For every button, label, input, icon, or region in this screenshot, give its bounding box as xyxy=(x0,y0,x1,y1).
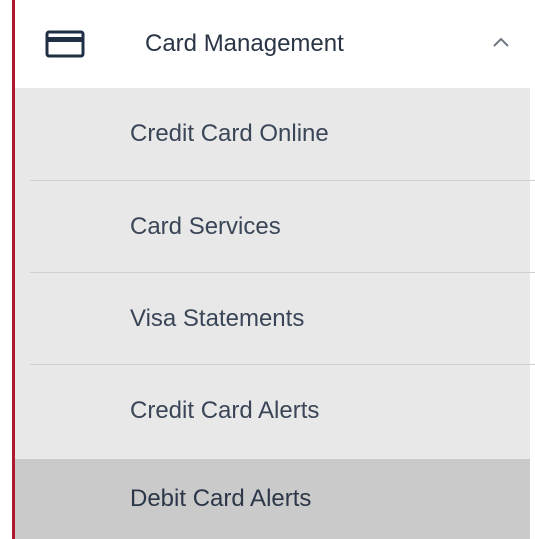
submenu-item-label: Debit Card Alerts xyxy=(130,485,312,512)
chevron-up-icon[interactable] xyxy=(491,35,511,49)
submenu-item-credit-card-alerts[interactable]: Credit Card Alerts xyxy=(15,365,530,457)
submenu-item-label: Credit Card Alerts xyxy=(130,397,320,424)
submenu-item-label: Credit Card Online xyxy=(130,120,329,147)
side-navigation: Card Management Credit Card Online Card … xyxy=(0,0,535,539)
submenu-item-label: Card Services xyxy=(130,213,281,240)
submenu-item-visa-statements[interactable]: Visa Statements xyxy=(15,273,530,365)
submenu-item-credit-card-online[interactable]: Credit Card Online xyxy=(15,88,530,180)
card-management-label: Card Management xyxy=(145,30,344,57)
card-icon xyxy=(45,30,85,58)
card-management-submenu: Credit Card Online Card Services Visa St… xyxy=(15,88,535,539)
submenu-item-label: Visa Statements xyxy=(130,305,305,332)
card-management-menu-item[interactable]: Card Management xyxy=(15,0,535,88)
submenu-item-debit-card-alerts[interactable]: Debit Card Alerts xyxy=(15,459,530,539)
submenu-item-card-services[interactable]: Card Services xyxy=(15,181,530,273)
